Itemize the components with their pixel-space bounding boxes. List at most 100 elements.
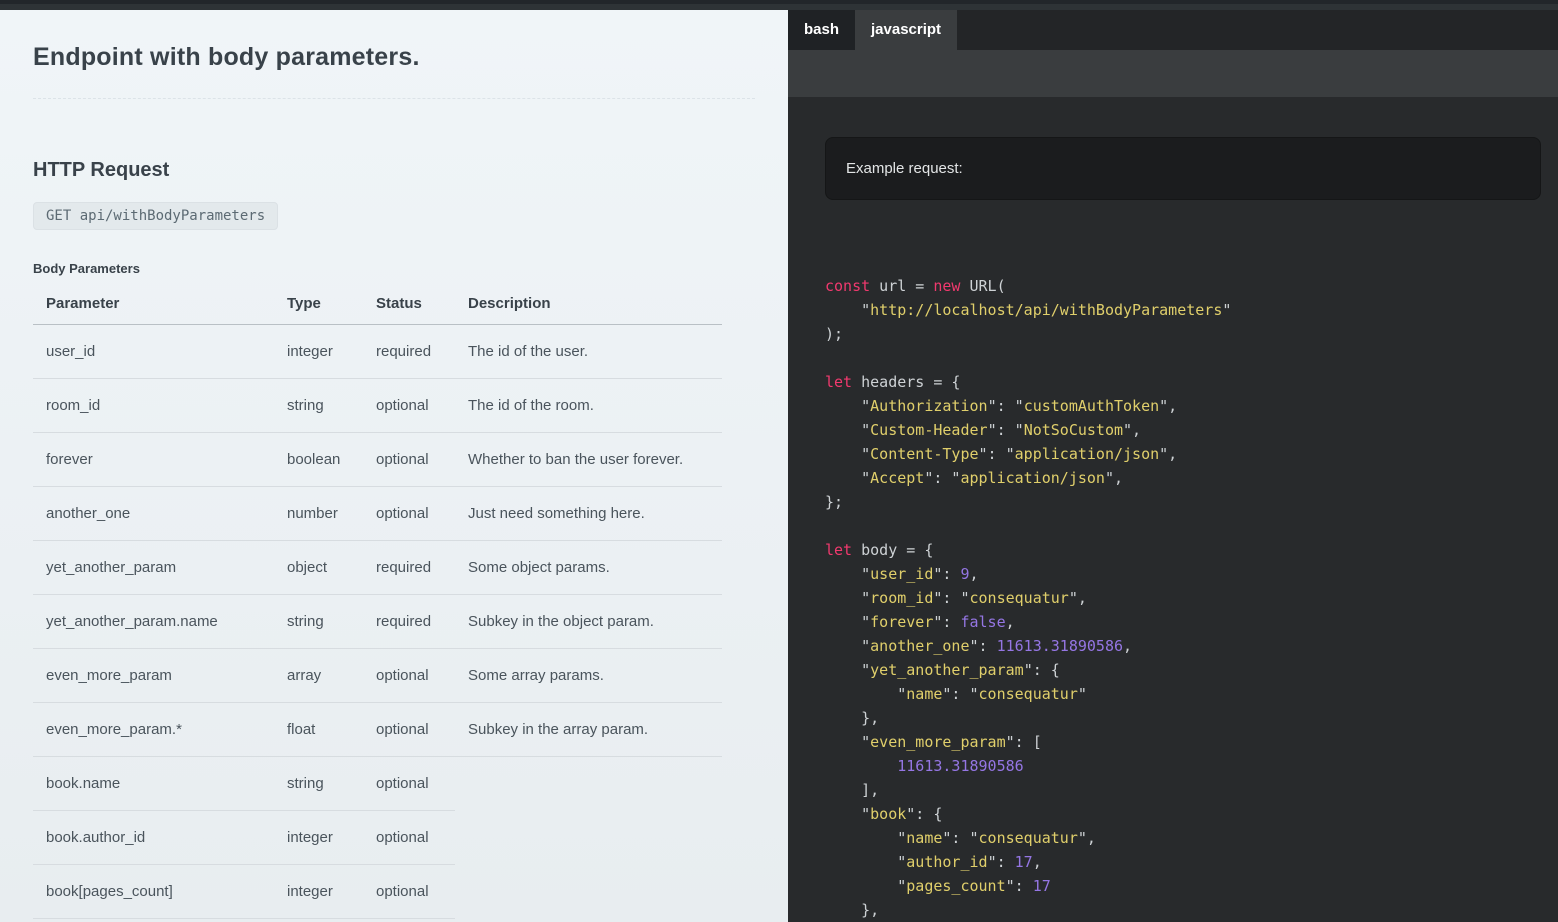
param-name-cell: room_id [33,379,274,433]
param-type-cell: boolean [274,433,363,487]
param-name-cell: yet_another_param.name [33,595,274,649]
code-line: "user_id": 9, [825,562,1541,586]
code-line: "even_more_param": [ [825,730,1541,754]
code-line: }, [825,706,1541,730]
code-line: ], [825,778,1541,802]
top-bar [0,0,1558,10]
param-type-cell: integer [274,325,363,379]
page-title: Endpoint with body parameters. [33,43,755,72]
param-status-cell: required [363,325,455,379]
param-status-cell: optional [363,379,455,433]
param-name-cell: yet_another_param [33,541,274,595]
column-header: Description [455,291,722,325]
param-status-cell: optional [363,649,455,703]
table-row: yet_another_paramobjectrequiredSome obje… [33,541,722,595]
tab-bash[interactable]: bash [788,10,855,50]
code-line: "http://localhost/api/withBodyParameters… [825,298,1541,322]
table-header-row: ParameterTypeStatusDescription [33,291,722,325]
param-description-cell: Subkey in the array param. [455,703,722,757]
code-line: "name": "consequatur" [825,682,1541,706]
param-description-cell [455,865,722,919]
example-request-label: Example request: [846,160,963,177]
title-divider [33,98,755,99]
tab-bar-extension [788,50,1558,97]
param-type-cell: string [274,379,363,433]
code-line: "Accept": "application/json", [825,466,1541,490]
code-line: }, [825,898,1541,922]
param-type-cell: integer [274,811,363,865]
param-name-cell: book.name [33,757,274,811]
param-status-cell: optional [363,487,455,541]
docs-content-column: Endpoint with body parameters. HTTP Requ… [0,10,788,922]
code-line: "yet_another_param": { [825,658,1541,682]
code-line: ); [825,322,1541,346]
code-line: }; [825,490,1541,514]
param-status-cell: required [363,541,455,595]
param-description-cell: The id of the room. [455,379,722,433]
code-line: "room_id": "consequatur", [825,586,1541,610]
table-row: yet_another_param.namestringrequiredSubk… [33,595,722,649]
param-name-cell: book[pages_count] [33,865,274,919]
code-line: "Content-Type": "application/json", [825,442,1541,466]
table-row: book.author_idintegeroptional [33,811,722,865]
body-parameters-rows: user_idintegerrequiredThe id of the user… [33,325,722,919]
code-line: "forever": false, [825,610,1541,634]
language-tab-bar: bashjavascript [788,10,1558,50]
code-line: 11613.31890586 [825,754,1541,778]
table-row: even_more_paramarrayoptionalSome array p… [33,649,722,703]
param-type-cell: float [274,703,363,757]
param-description-cell: Just need something here. [455,487,722,541]
example-request-panel: Example request: [825,137,1541,200]
param-status-cell: optional [363,433,455,487]
param-name-cell: forever [33,433,274,487]
table-row: foreverbooleanoptionalWhether to ban the… [33,433,722,487]
example-request-area: Example request: const url = new URL( "h… [788,97,1558,922]
param-description-cell: Some array params. [455,649,722,703]
column-header: Parameter [33,291,274,325]
endpoint-badge: GET api/withBodyParameters [33,202,278,230]
table-row: another_onenumberoptionalJust need somet… [33,487,722,541]
param-name-cell: even_more_param.* [33,703,274,757]
body-parameters-label: Body Parameters [33,261,755,276]
code-line: let headers = { [825,370,1541,394]
table-row: user_idintegerrequiredThe id of the user… [33,325,722,379]
code-line: "author_id": 17, [825,850,1541,874]
param-type-cell: string [274,757,363,811]
param-status-cell: optional [363,703,455,757]
param-name-cell: user_id [33,325,274,379]
param-description-cell [455,757,722,811]
code-line: "pages_count": 17 [825,874,1541,898]
param-type-cell: object [274,541,363,595]
param-name-cell: even_more_param [33,649,274,703]
param-description-cell: Whether to ban the user forever. [455,433,722,487]
table-row: room_idstringoptionalThe id of the room. [33,379,722,433]
param-status-cell: required [363,595,455,649]
table-row: even_more_param.*floatoptionalSubkey in … [33,703,722,757]
body-parameters-table: ParameterTypeStatusDescription user_idin… [33,291,722,919]
code-line: "Authorization": "customAuthToken", [825,394,1541,418]
code-line: "book": { [825,802,1541,826]
param-description-cell: The id of the user. [455,325,722,379]
param-status-cell: optional [363,865,455,919]
code-line: const url = new URL( [825,274,1541,298]
code-line [825,514,1541,538]
code-line [825,346,1541,370]
example-requests-column: bashjavascript Example request: const ur… [788,10,1558,922]
code-line: "Custom-Header": "NotSoCustom", [825,418,1541,442]
code-line: "name": "consequatur", [825,826,1541,850]
param-name-cell: book.author_id [33,811,274,865]
http-request-heading: HTTP Request [33,159,755,182]
param-type-cell: string [274,595,363,649]
param-description-cell: Subkey in the object param. [455,595,722,649]
param-name-cell: another_one [33,487,274,541]
code-block: const url = new URL( "http://localhost/a… [825,274,1541,922]
column-header: Type [274,291,363,325]
param-type-cell: integer [274,865,363,919]
param-status-cell: optional [363,811,455,865]
param-description-cell: Some object params. [455,541,722,595]
tab-javascript[interactable]: javascript [855,10,957,50]
code-line: let body = { [825,538,1541,562]
param-type-cell: array [274,649,363,703]
page-layout: Endpoint with body parameters. HTTP Requ… [0,10,1558,922]
code-line: "another_one": 11613.31890586, [825,634,1541,658]
